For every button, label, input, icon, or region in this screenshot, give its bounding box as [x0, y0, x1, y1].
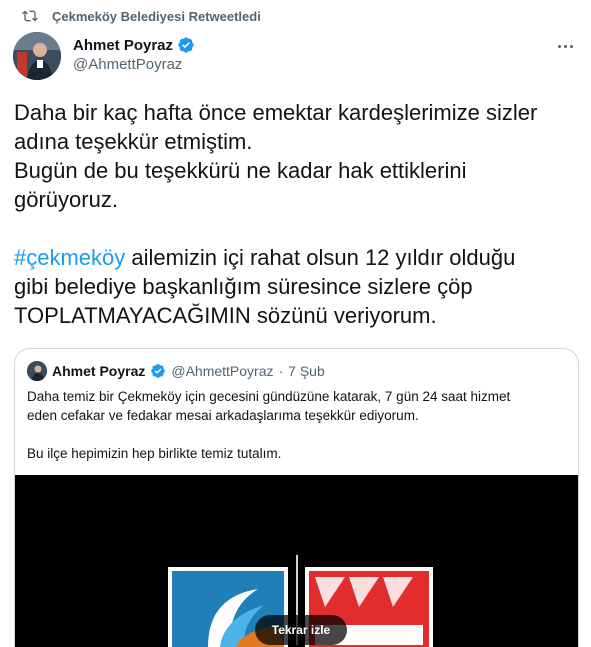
retweet-icon	[22, 10, 38, 22]
tweet-text: Daha bir kaç hafta önce emektar kardeşle…	[14, 98, 574, 330]
video-player[interactable]: Tekrar izle	[15, 475, 578, 647]
quoted-author-name: Ahmet Poyraz	[52, 363, 146, 379]
quoted-author-handle: @AhmettPoyraz	[171, 363, 274, 379]
tweet-line-rest: ailemizin içi rahat olsun 12 yıldır oldu…	[125, 245, 516, 270]
quoted-line: Bu ilçe hepimizin hep birlikte temiz tut…	[27, 446, 282, 461]
more-options-button[interactable]	[555, 38, 575, 54]
quoted-tweet-text: Daha temiz bir Çekmeköy için gecesini gü…	[27, 387, 567, 463]
quoted-tweet[interactable]: Ahmet Poyraz @AhmettPoyraz · 7 Şub Daha …	[14, 348, 579, 647]
tweet-line: Bugün de bu teşekkürü ne kadar hak ettik…	[14, 158, 467, 183]
tweet-line: Daha bir kaç hafta önce emektar kardeşle…	[14, 100, 538, 125]
quoted-line: eden cefakar ve fedakar mesai arkadaşlar…	[27, 408, 419, 423]
quoted-tweet-date[interactable]: 7 Şub	[288, 363, 325, 379]
tweet-line: TOPLATMAYACAĞIMIN sözünü veriyorum.	[14, 303, 437, 328]
more-icon	[557, 44, 561, 48]
hashtag-link[interactable]: #çekmeköy	[14, 245, 125, 270]
quoted-author-avatar	[27, 361, 47, 381]
quoted-tweet-header: Ahmet Poyraz @AhmettPoyraz · 7 Şub	[27, 361, 325, 381]
author-handle[interactable]: @AhmettPoyraz	[73, 56, 195, 73]
quoted-line: Daha temiz bir Çekmeköy için gecesini gü…	[27, 389, 511, 404]
tweet-line: adına teşekkür etmiştim.	[14, 129, 253, 154]
tweet-line: görüyoruz.	[14, 187, 118, 212]
verified-badge-icon	[151, 364, 166, 378]
author-avatar[interactable]	[13, 32, 61, 80]
retweet-indicator[interactable]: Çekmeköy Belediyesi Retweetledi	[22, 8, 261, 24]
retweet-label: Çekmeköy Belediyesi Retweetledi	[52, 8, 261, 24]
tweet-line: #çekmeköy ailemizin içi rahat olsun 12 y…	[14, 243, 574, 272]
author-name[interactable]: Ahmet Poyraz	[73, 37, 173, 54]
replay-button[interactable]: Tekrar izle	[255, 615, 347, 645]
tweet-line: gibi belediye başkanlığım süresince sizl…	[14, 274, 473, 299]
separator-dot: ·	[278, 363, 284, 379]
verified-badge-icon	[178, 37, 194, 53]
author-block: Ahmet Poyraz @AhmettPoyraz	[73, 36, 195, 73]
avatar-image	[13, 32, 61, 80]
